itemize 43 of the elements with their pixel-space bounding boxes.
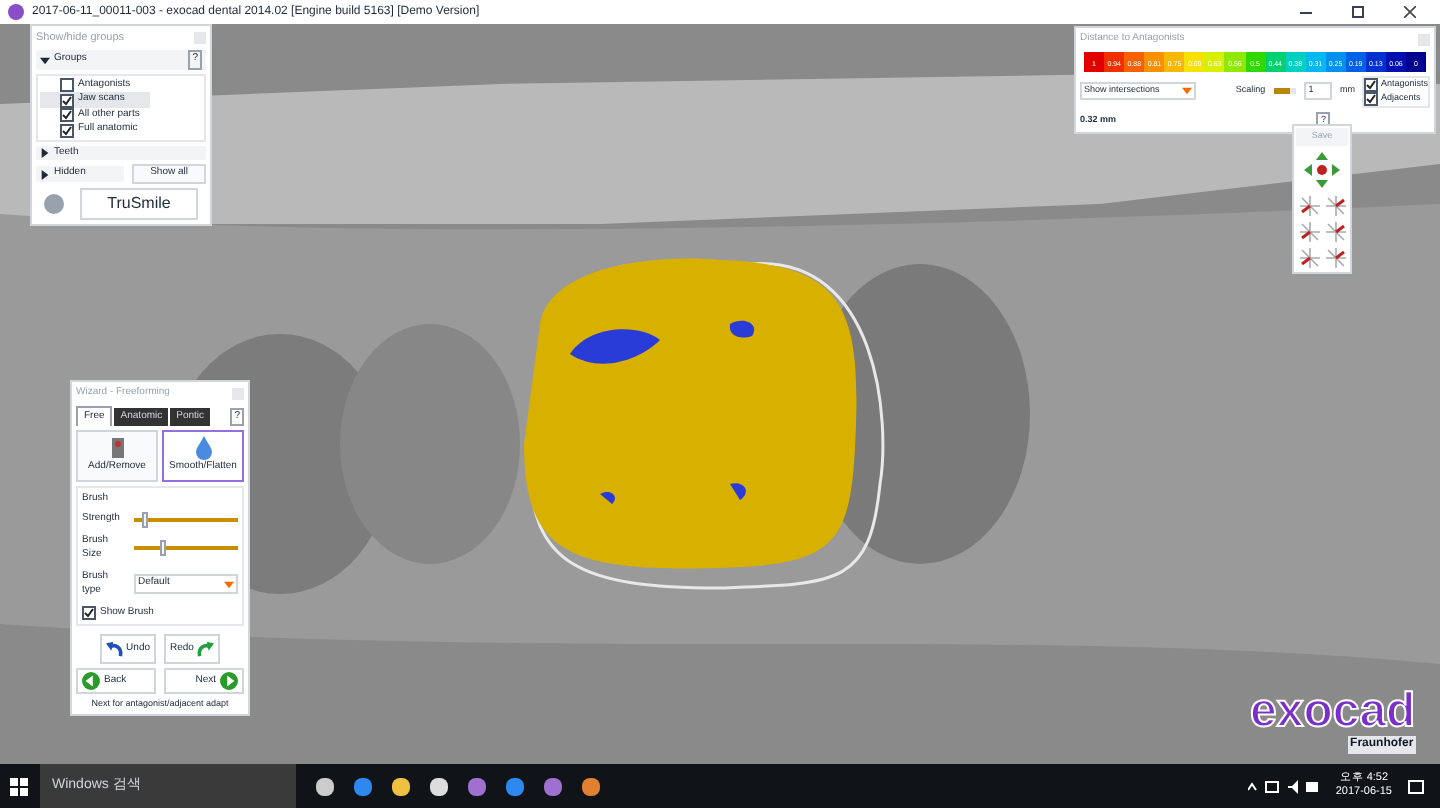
taskbar-app-icon[interactable] xyxy=(392,777,410,795)
caret-icon xyxy=(40,148,50,158)
contact-spot xyxy=(730,483,746,500)
undo-arrow-icon xyxy=(106,640,125,658)
contact-spot xyxy=(570,329,660,364)
taskbar-app-icon[interactable] xyxy=(582,777,600,795)
logo-wordmark: exocad xyxy=(1250,688,1416,736)
checkbox[interactable] xyxy=(60,123,74,137)
caret-icon xyxy=(224,579,234,589)
checkbox[interactable] xyxy=(60,108,74,122)
view-axis-icon[interactable] xyxy=(1323,219,1347,244)
caret-icon xyxy=(40,55,50,65)
app-icon xyxy=(8,4,24,20)
caret-icon xyxy=(1182,86,1193,96)
taskbar-app-icon[interactable] xyxy=(430,777,448,795)
checkbox[interactable] xyxy=(60,93,74,107)
notification-icon[interactable] xyxy=(1408,779,1424,793)
view-axis-icon[interactable] xyxy=(1323,245,1347,270)
view-axis-icon[interactable] xyxy=(1297,245,1321,270)
crown[interactable] xyxy=(524,258,857,569)
slider-thumb[interactable] xyxy=(142,511,149,528)
slider-track[interactable] xyxy=(134,517,238,522)
view-axis-icon[interactable] xyxy=(1323,193,1347,218)
slider-thumb[interactable] xyxy=(160,540,166,556)
close-icon[interactable] xyxy=(1404,6,1416,18)
redo-arrow-icon xyxy=(195,640,214,658)
system-tray-icons[interactable] xyxy=(1247,779,1320,793)
checkbox[interactable] xyxy=(82,605,96,620)
caret-icon xyxy=(40,169,50,179)
contact-spot xyxy=(600,491,615,504)
pan-arrows-icon[interactable] xyxy=(1302,149,1342,190)
scaling-slider[interactable] xyxy=(1273,88,1297,94)
contact-spot xyxy=(729,320,755,338)
brush-tool-icon xyxy=(107,436,127,460)
restore-icon[interactable] xyxy=(1352,6,1364,18)
view-axis-icon[interactable] xyxy=(1297,219,1321,244)
view-axis-icon[interactable] xyxy=(1297,193,1321,218)
minimize-icon[interactable] xyxy=(1300,11,1312,13)
trusmile-button[interactable]: TruSmile xyxy=(80,187,198,220)
checkbox[interactable] xyxy=(1364,77,1379,91)
droplet-icon xyxy=(193,436,213,460)
taskbar-app-icon[interactable] xyxy=(316,777,334,795)
checkbox[interactable] xyxy=(60,78,74,92)
